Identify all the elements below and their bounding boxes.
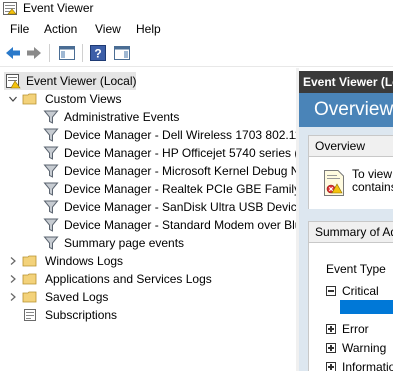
event-type-row-error[interactable]: Error [326, 322, 393, 336]
event-type-label: Warning [342, 341, 387, 355]
event-viewer-icon [6, 74, 21, 89]
toolbar: ? [0, 40, 393, 67]
expand-icon[interactable] [326, 362, 336, 371]
chevron-right-icon[interactable] [9, 257, 17, 265]
tree-node-label: Custom Views [45, 92, 122, 106]
tree-node-event-viewer-local[interactable]: Event Viewer (Local) [0, 72, 296, 90]
tree-node-label: Device Manager - SanDisk Ultra USB Devic… [64, 200, 296, 214]
tree-node-device-manager-microsoft-kernel-debug[interactable]: Device Manager - Microsoft Kernel Debug … [0, 162, 296, 180]
filter-icon [43, 218, 59, 232]
folder-icon [22, 93, 37, 105]
folder-icon [22, 273, 37, 285]
tree-node-device-manager-hp-officejet[interactable]: Device Manager - HP Officejet 5740 serie… [0, 144, 296, 162]
tree-node-custom-views[interactable]: Custom Views [0, 90, 296, 108]
collapse-icon[interactable] [326, 286, 336, 296]
tree-node-label: Applications and Services Logs [45, 272, 212, 286]
show-hide-action-pane-icon[interactable] [113, 44, 131, 62]
event-log-document-icon [324, 170, 344, 196]
menu-bar: File Action View Help [0, 18, 393, 40]
toolbar-separator [82, 44, 83, 62]
expand-icon[interactable] [326, 324, 336, 334]
menu-action[interactable]: Action [44, 22, 77, 36]
summary-section-header[interactable]: Summary of Administrative Events [308, 221, 393, 243]
chevron-right-icon[interactable] [9, 293, 17, 301]
tree-node-saved-logs[interactable]: Saved Logs [0, 288, 296, 306]
filter-icon [43, 128, 59, 142]
overview-banner: Overview and Summary [299, 93, 393, 127]
critical-selected-row[interactable] [340, 300, 393, 314]
details-pane: Event Viewer (Local) Overview and Summar… [299, 68, 393, 371]
menu-view[interactable]: View [95, 22, 121, 36]
tree-node-label: Device Manager - Realtek PCIe GBE Family… [64, 182, 296, 196]
tree-node-label: Summary page events [64, 236, 185, 250]
window-title: Event Viewer [23, 1, 94, 15]
filter-icon [43, 236, 59, 250]
back-icon[interactable] [4, 44, 22, 62]
event-viewer-app-icon [3, 2, 17, 15]
filter-icon [43, 182, 59, 196]
tree-node-device-manager-sandisk[interactable]: Device Manager - SanDisk Ultra USB Devic… [0, 198, 296, 216]
tree-node-subscriptions[interactable]: Subscriptions [0, 306, 296, 324]
chevron-down-icon[interactable] [9, 95, 17, 103]
tree-node-applications-and-services-logs[interactable]: Applications and Services Logs [0, 270, 296, 288]
forward-icon[interactable] [25, 44, 43, 62]
filter-icon [43, 164, 59, 178]
help-icon[interactable]: ? [89, 44, 107, 62]
overview-description-line2: contains [352, 180, 393, 194]
tree-node-administrative-events[interactable]: Administrative Events [0, 108, 296, 126]
menu-help[interactable]: Help [136, 22, 161, 36]
overview-section-header[interactable]: Overview [308, 135, 393, 157]
tree-node-device-manager-standard-modem[interactable]: Device Manager - Standard Modem over Blu… [0, 216, 296, 234]
overview-section-body: To view events that have occurred on you… [308, 157, 393, 209]
event-type-label: Information [342, 360, 393, 371]
menu-file[interactable]: File [10, 22, 29, 36]
subscriptions-icon [24, 309, 36, 321]
expand-icon[interactable] [326, 343, 336, 353]
summary-panel: Overview To view events that have occurr… [299, 127, 393, 371]
tree-node-label: Device Manager - Standard Modem over Blu… [64, 218, 296, 232]
chevron-right-icon[interactable] [9, 275, 17, 283]
tree-node-label: Device Manager - Microsoft Kernel Debug … [64, 164, 296, 178]
event-type-label: Error [342, 322, 369, 336]
event-type-row-information[interactable]: Information [326, 360, 393, 371]
event-type-row-warning[interactable]: Warning [326, 341, 393, 355]
filter-icon [43, 146, 59, 160]
toolbar-separator [49, 44, 50, 62]
show-hide-console-tree-icon[interactable] [58, 44, 76, 62]
filter-icon [43, 200, 59, 214]
folder-icon [22, 291, 37, 303]
tree-node-windows-logs[interactable]: Windows Logs [0, 252, 296, 270]
filter-icon [43, 110, 59, 124]
title-bar: Event Viewer [0, 0, 393, 18]
details-pane-header: Event Viewer (Local) [299, 71, 393, 93]
tree-node-label: Saved Logs [45, 290, 109, 304]
tree-node-summary-page-events[interactable]: Summary page events [0, 234, 296, 252]
tree-node-device-manager-dell-wireless[interactable]: Device Manager - Dell Wireless 1703 802.… [0, 126, 296, 144]
tree-node-label: Event Viewer (Local) [26, 74, 137, 88]
tree-node-device-manager-realtek[interactable]: Device Manager - Realtek PCIe GBE Family… [0, 180, 296, 198]
event-type-label: Critical [342, 284, 379, 298]
tree-node-label: Windows Logs [45, 254, 124, 268]
summary-section-body: Event Type Critical Error Warning Inform… [308, 243, 393, 371]
svg-text:?: ? [94, 47, 101, 61]
event-type-column-header[interactable]: Event Type [326, 262, 386, 276]
tree-node-label: Device Manager - Dell Wireless 1703 802.… [64, 128, 296, 142]
console-tree: Event Viewer (Local) Custom Views Admini… [0, 68, 296, 371]
event-type-row-critical[interactable]: Critical [326, 284, 393, 298]
tree-node-label: Device Manager - HP Officejet 5740 serie… [64, 146, 296, 160]
tree-node-label: Administrative Events [64, 110, 180, 124]
tree-node-label: Subscriptions [45, 308, 118, 322]
folder-icon [22, 255, 37, 267]
